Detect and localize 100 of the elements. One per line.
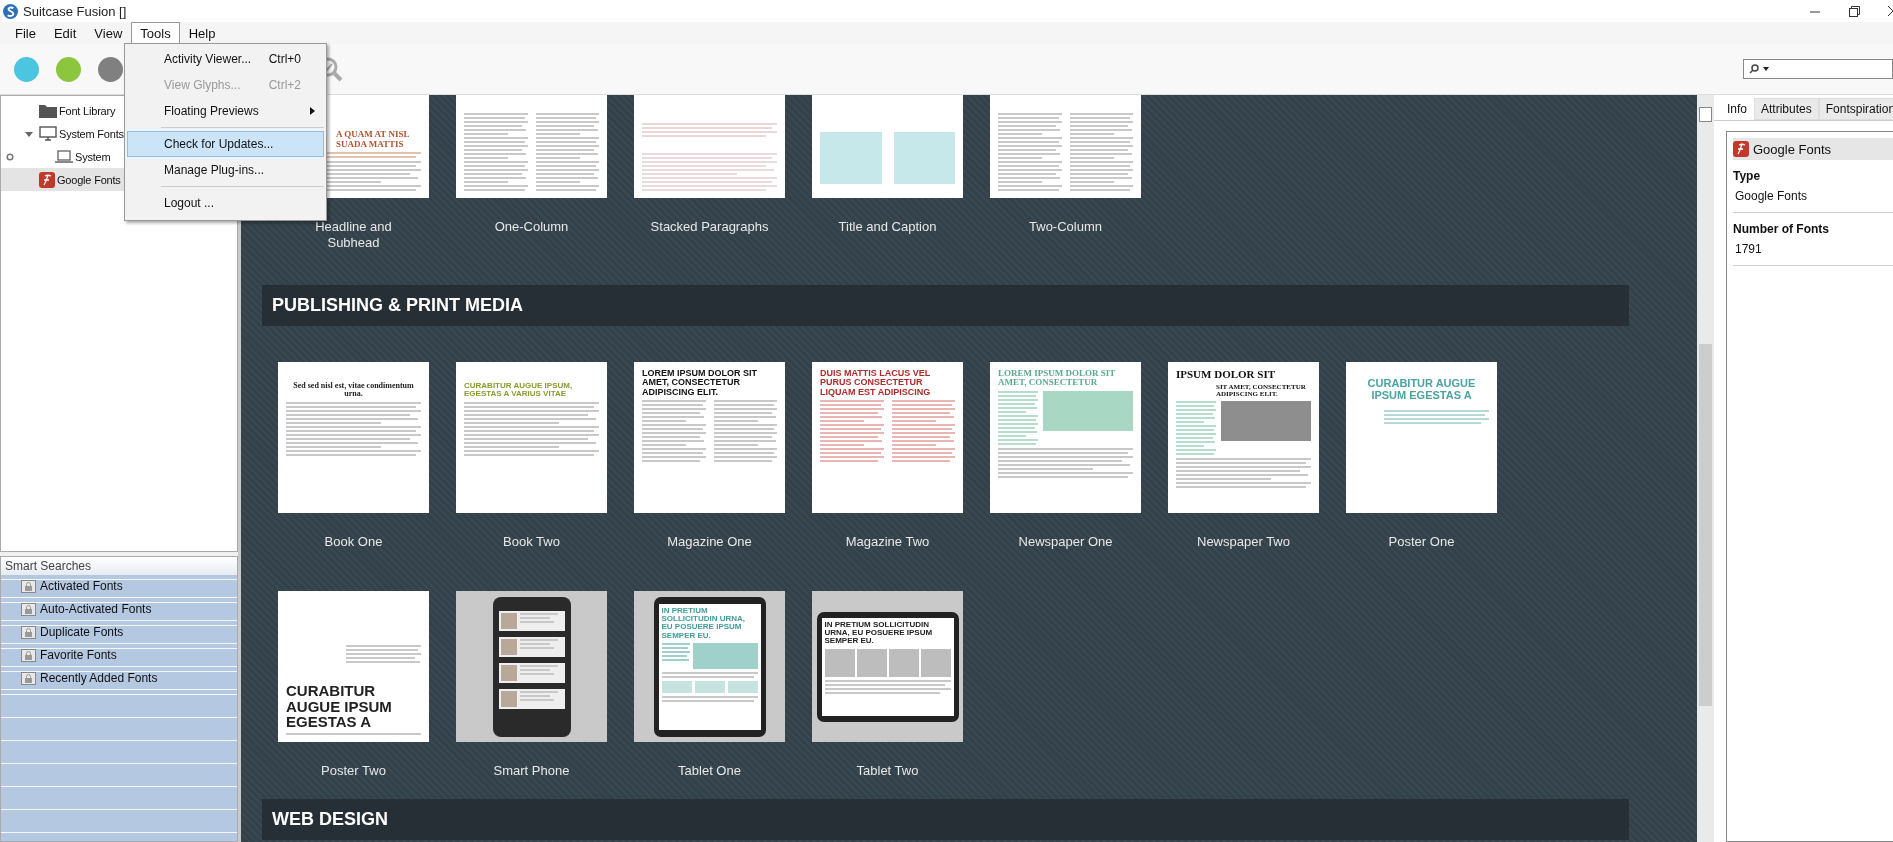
template-label: Headline and Subhead (314, 219, 393, 251)
status-dot-icon (6, 152, 14, 161)
thumbnail-headline: IN PRETIUM SOLLICITUDIN URNA, EU POSUERE IPSUM SEMPER EU. (661, 606, 747, 641)
image-placeholder-drawing (856, 648, 887, 677)
template-label: Magazine Two (844, 534, 931, 550)
menu-item[interactable]: Tools (131, 22, 180, 44)
laptop-icon (55, 150, 73, 163)
submenu-arrow-icon (310, 107, 315, 115)
menu-entry[interactable]: Check for Updates... (127, 131, 324, 157)
locked-folder-icon (21, 602, 36, 616)
image-placeholder-drawing (920, 648, 951, 677)
menu-item[interactable]: Edit (44, 22, 86, 44)
thumbnail-headline: CURABITUR AUGUE IPSUM, EGESTAS A VARIUS VITAE (464, 382, 574, 399)
template-label: One-Column (493, 219, 570, 235)
menu-entry[interactable]: Floating Previews (127, 98, 324, 124)
field-label: Number of Fonts (1733, 222, 1830, 236)
thumbnail-headline: CURABITUR AUGUE IPSUM EGESTAS A (286, 682, 393, 730)
image-placeholder-drawing (694, 681, 725, 694)
template-label: Book Two (502, 534, 561, 550)
thumbnail-headline: LOREM IPSUM DOLOR SIT AMET, CONSECTETUR (998, 369, 1117, 388)
placeholder-text-drawing (642, 400, 706, 463)
panel-tab[interactable]: Attributes (1754, 98, 1819, 120)
template-label: Tablet Two (855, 763, 920, 779)
template-label: Magazine One (666, 534, 753, 550)
dropdown-caret-icon (1763, 67, 1769, 71)
locked-folder-icon (21, 648, 36, 662)
folder-icon (39, 103, 57, 118)
smart-search-label: Recently Added Fonts (40, 671, 158, 685)
library-label: Font Library (59, 104, 116, 117)
smart-search-label: Favorite Fonts (40, 648, 117, 662)
image-placeholder-drawing (692, 643, 758, 670)
template-label: Poster Two (320, 763, 387, 779)
toolbar-button[interactable] (14, 56, 39, 82)
library-label: Google Fonts (57, 173, 121, 186)
search-field[interactable] (1743, 59, 1893, 79)
window-title: Suitcase Fusion [] (23, 3, 127, 19)
image-placeholder-drawing (893, 132, 955, 184)
template-label: Newspaper One (1017, 534, 1114, 550)
image-placeholder-drawing (820, 132, 882, 184)
locked-folder-icon (21, 579, 36, 593)
field-value: 1791 (1733, 242, 1893, 266)
smart-search-label: Auto-Activated Fonts (40, 602, 152, 616)
close-icon[interactable] (1888, 5, 1893, 17)
list-item-drawing (498, 662, 565, 683)
locked-folder-icon (21, 625, 36, 639)
template-label: Tablet One (677, 763, 742, 779)
template-label: Book One (323, 534, 384, 550)
list-item-drawing (498, 688, 565, 709)
menu-item[interactable]: View (85, 22, 132, 44)
expand-arrow-icon[interactable] (25, 129, 33, 138)
template-label: Poster One (1387, 534, 1456, 550)
smart-search-item[interactable]: Recently Added Fonts (1, 667, 237, 690)
menu-entry[interactable]: Activity Viewer... Ctrl+0 (127, 46, 324, 72)
thumbnail-headline: DUIS MATTIS LACUS VEL PURUS CONSECTETUR LIQUAM EST ADIPISCING (820, 369, 932, 398)
locked-folder-icon (21, 671, 36, 685)
thumbnail-headline: IN PRETIUM SOLLICITUDIN URNA, EU POSUERE IPSUM SEMPER EU. (824, 620, 934, 646)
menu-entry[interactable]: Logout ... (127, 190, 324, 216)
app-logo-icon (3, 3, 18, 19)
google-fonts-icon (1733, 141, 1749, 157)
smart-search-item[interactable]: Auto-Activated Fonts (1, 598, 237, 621)
section-header: WEB DESIGN (262, 799, 1629, 840)
smart-search-item[interactable]: Duplicate Fonts (1, 621, 237, 644)
smart-search-item[interactable]: Activated Fonts (1, 575, 237, 598)
template-label: Two-Column (1028, 219, 1103, 235)
image-placeholder-drawing (661, 681, 692, 694)
toolbar-button[interactable] (98, 56, 123, 82)
smart-search-label: Duplicate Fonts (40, 625, 124, 639)
placeholder-text-drawing (820, 400, 884, 463)
google-fonts-icon (39, 171, 55, 188)
image-placeholder-drawing (888, 648, 919, 677)
field-value: Google Fonts (1733, 189, 1893, 213)
menu-item[interactable]: File (6, 22, 45, 44)
menu-item[interactable]: Help (179, 22, 225, 44)
thumbnail-headline: LOREM IPSUM DOLOR SIT AMET, CONSECTETUR ADIPISCING ELIT. (642, 369, 758, 398)
thumbnail-headline: CURABITUR AUGUE IPSUM EGESTAS A (1366, 378, 1477, 402)
template-label: Newspaper Two (1196, 534, 1291, 550)
thumbnail-headline: IPSUM DOLOR SIT (1176, 369, 1277, 381)
monitor-icon (39, 126, 57, 141)
image-placeholder-drawing (727, 681, 758, 694)
smart-search-label: Activated Fonts (40, 579, 123, 593)
field-label: Type (1733, 169, 1762, 183)
image-placeholder-drawing (824, 648, 855, 677)
template-label: Title and Caption (837, 219, 938, 235)
source-dropdown[interactable]: Google Fonts (1733, 138, 1893, 160)
template-label: Smart Phone (492, 763, 571, 779)
smart-search-item[interactable]: Favorite Fonts (1, 644, 237, 667)
library-label: System Fonts (59, 127, 124, 140)
placeholder-text-drawing (661, 643, 690, 662)
thumbnail-headline: Sed sed nisl est, vitae condimentum urna. (292, 382, 415, 399)
placeholder-text-drawing (1176, 401, 1216, 456)
list-item-drawing (498, 636, 565, 657)
placeholder-text-drawing (891, 400, 955, 463)
search-icon (1749, 64, 1759, 74)
section-header: PUBLISHING & PRINT MEDIA (262, 285, 1629, 326)
placeholder-text-drawing (713, 400, 777, 463)
template-label: Stacked Paragraphs (649, 219, 770, 235)
toolbar-button[interactable] (56, 56, 81, 82)
restore-icon[interactable] (1849, 5, 1860, 17)
list-item-drawing (498, 610, 565, 631)
library-label: System (75, 150, 111, 163)
